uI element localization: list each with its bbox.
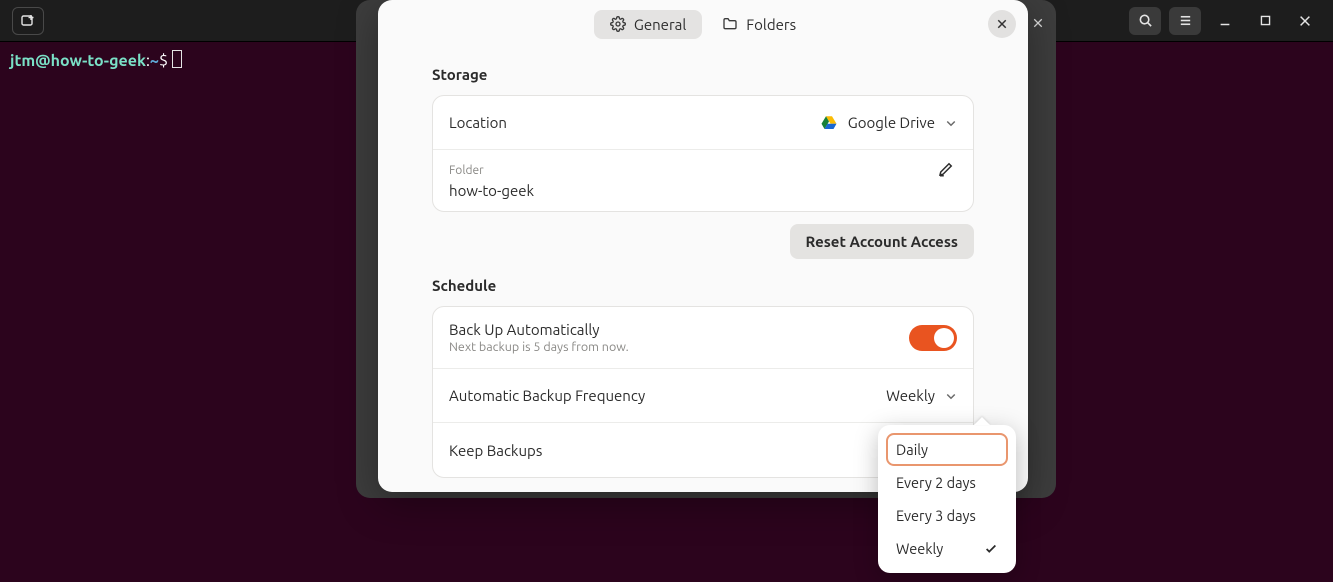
dialog-close-button[interactable] xyxy=(988,10,1016,38)
auto-backup-switch[interactable] xyxy=(909,325,957,351)
check-icon xyxy=(984,542,998,556)
frequency-option-every-3-days[interactable]: Every 3 days xyxy=(886,499,1008,532)
frequency-row[interactable]: Automatic Backup Frequency Weekly xyxy=(433,369,973,423)
storage-section-title: Storage xyxy=(432,66,974,83)
tab-general[interactable]: General xyxy=(594,10,702,39)
frequency-option-label: Daily xyxy=(896,441,928,458)
gear-icon xyxy=(610,16,626,32)
storage-card: Location Google Drive Folder xyxy=(432,95,974,212)
hamburger-menu-button[interactable] xyxy=(1169,7,1201,35)
tab-folders[interactable]: Folders xyxy=(706,10,812,39)
location-label: Location xyxy=(449,114,507,131)
frequency-value: Weekly xyxy=(886,387,935,404)
dialog-header: General Folders xyxy=(378,0,1028,48)
frequency-option-label: Every 2 days xyxy=(896,474,976,491)
chevron-down-icon xyxy=(945,390,957,402)
window-maximize-button[interactable] xyxy=(1249,7,1281,35)
frequency-popover: Daily Every 2 days Every 3 days Weekly xyxy=(878,425,1016,573)
window-minimize-button[interactable] xyxy=(1209,7,1241,35)
reset-account-access-button[interactable]: Reset Account Access xyxy=(790,224,974,259)
auto-backup-sublabel: Next backup is 5 days from now. xyxy=(449,340,629,354)
hamburger-icon xyxy=(1178,13,1193,28)
folder-value: how-to-geek xyxy=(449,182,957,199)
location-value: Google Drive xyxy=(848,114,935,131)
new-tab-icon xyxy=(20,13,36,29)
search-icon xyxy=(1138,13,1153,28)
switch-knob xyxy=(934,328,954,348)
minimize-icon xyxy=(1218,14,1232,28)
new-tab-button[interactable] xyxy=(12,7,44,35)
tab-folders-label: Folders xyxy=(746,16,796,33)
keep-backups-label: Keep Backups xyxy=(449,442,542,459)
terminal-cursor xyxy=(172,50,182,68)
frequency-option-label: Weekly xyxy=(896,540,943,557)
location-row[interactable]: Location Google Drive xyxy=(433,96,973,150)
frequency-label: Automatic Backup Frequency xyxy=(449,387,645,404)
folder-row[interactable]: Folder how-to-geek xyxy=(433,150,973,211)
prompt-host: how-to-geek xyxy=(51,52,146,70)
prompt-user: jtm xyxy=(10,52,35,70)
folder-icon xyxy=(722,16,738,32)
prompt-path: ~ xyxy=(150,52,159,70)
frequency-option-label: Every 3 days xyxy=(896,507,976,524)
chevron-down-icon xyxy=(945,117,957,129)
auto-backup-label: Back Up Automatically xyxy=(449,321,629,338)
folder-label: Folder xyxy=(449,164,484,177)
window-close-button[interactable] xyxy=(1289,7,1321,35)
search-button[interactable] xyxy=(1129,7,1161,35)
frequency-option-weekly[interactable]: Weekly xyxy=(886,532,1008,565)
background-close-icon xyxy=(1032,16,1044,32)
close-icon xyxy=(996,18,1008,30)
frequency-option-every-2-days[interactable]: Every 2 days xyxy=(886,466,1008,499)
prompt-suffix: $ xyxy=(159,52,168,70)
pencil-icon[interactable] xyxy=(937,160,957,180)
preferences-dialog: General Folders Storage Location xyxy=(378,0,1028,492)
tab-general-label: General xyxy=(634,16,686,33)
frequency-option-daily[interactable]: Daily xyxy=(886,433,1008,466)
close-icon xyxy=(1298,14,1312,28)
maximize-icon xyxy=(1259,14,1272,27)
auto-backup-row: Back Up Automatically Next backup is 5 d… xyxy=(433,307,973,369)
tab-switcher: General Folders xyxy=(594,10,812,39)
schedule-section-title: Schedule xyxy=(432,277,974,294)
google-drive-icon xyxy=(820,114,838,132)
